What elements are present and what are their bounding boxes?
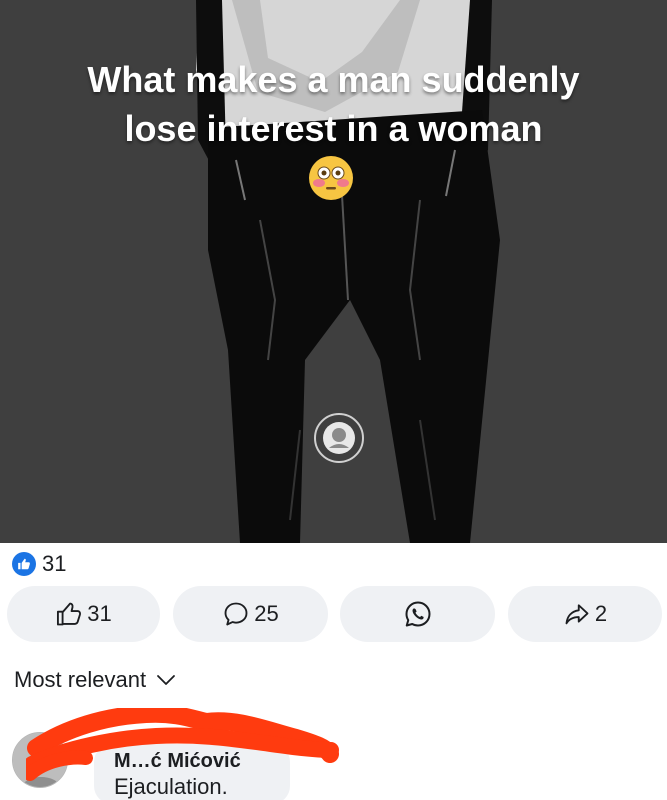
post-caption: What makes a man suddenly lose interest … [0, 55, 667, 153]
redaction-scribble [26, 708, 339, 781]
watermark-stamp-icon [314, 413, 364, 463]
reaction-count: 31 [42, 551, 67, 576]
share-count: 2 [594, 601, 608, 626]
thumbs-up-icon [57, 602, 82, 626]
comment-button[interactable]: 25 [173, 586, 328, 642]
share-arrow-icon [565, 604, 589, 625]
caption-line-2: lose interest in a woman [124, 108, 543, 149]
post-image[interactable]: What makes a man suddenly lose interest … [0, 0, 667, 543]
comment-sort-dropdown[interactable]: Most relevant [14, 667, 176, 693]
sort-label: Most relevant [14, 667, 147, 692]
whatsapp-share-button[interactable] [340, 586, 495, 642]
comment-count: 25 [254, 601, 279, 626]
like-count: 31 [87, 601, 112, 626]
comment-bubble-icon [224, 602, 248, 626]
share-button[interactable]: 2 [508, 586, 662, 642]
reaction-summary[interactable]: 31 [12, 551, 67, 576]
comment-item: M…ć Mićović Ejaculation. [12, 708, 662, 800]
like-button[interactable]: 31 [7, 586, 160, 642]
chevron-down-icon [157, 675, 175, 685]
caption-line-1: What makes a man suddenly [87, 59, 580, 100]
flushed-face-emoji-icon [309, 156, 353, 200]
whatsapp-icon [405, 601, 430, 627]
like-reaction-icon [12, 552, 36, 576]
